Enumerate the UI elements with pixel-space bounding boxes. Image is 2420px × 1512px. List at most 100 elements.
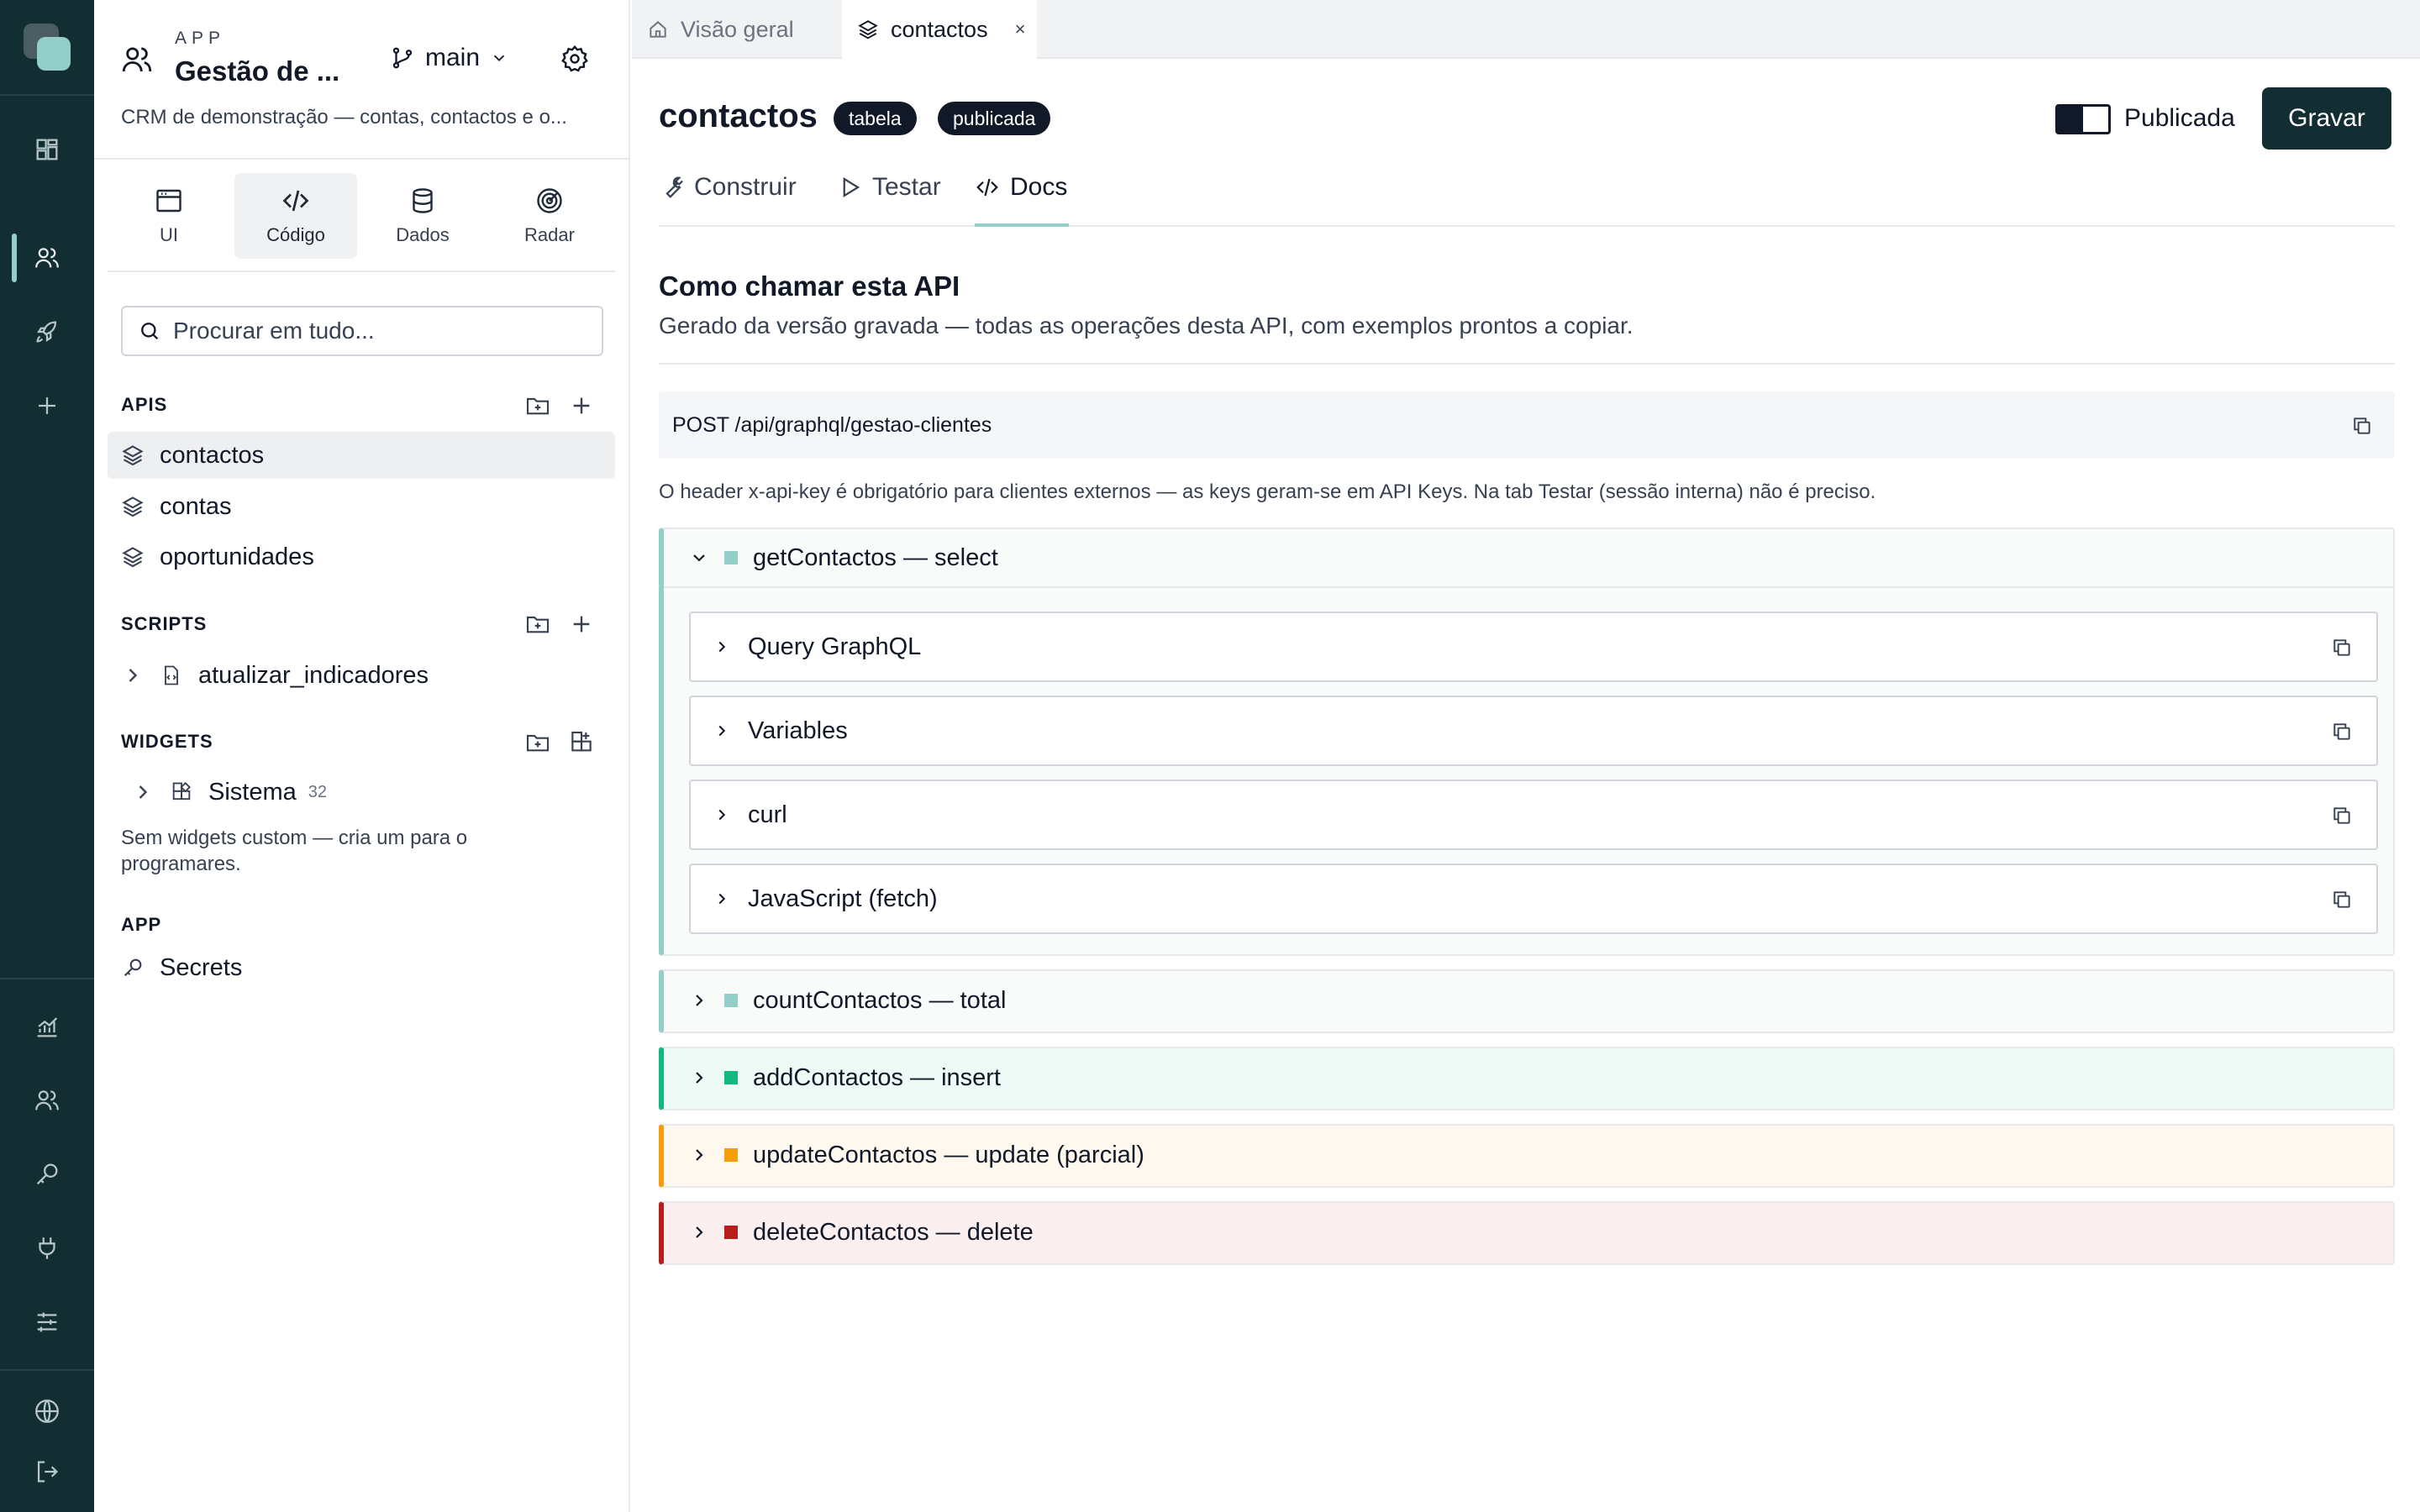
subtab-build[interactable]: Construir [659,173,797,202]
key-icon [124,958,142,977]
team-icon[interactable] [27,1080,67,1121]
app-description: CRM de demonstração — contas, contactos … [121,106,567,129]
wrench-icon [666,176,683,198]
section-label: JavaScript (fetch) [748,885,938,912]
publish-toggle-label: Publicada [2124,104,2235,132]
mode-ui[interactable]: UI [108,173,230,259]
branch-name: main [425,44,481,71]
endpoint-text: POST /api/graphql/gestao-clientes [672,412,992,437]
tab-contactos[interactable]: contactos × [842,0,1037,59]
operation-header[interactable]: deleteContactos — delete [664,1203,2393,1262]
scripts-actions [524,611,595,638]
new-folder-icon[interactable] [524,392,551,419]
widgets-icon [172,781,191,801]
analytics-icon[interactable] [27,1006,67,1047]
users-icon [119,42,155,77]
mode-radar[interactable]: Radar [488,173,611,259]
branch-selector[interactable]: main [390,44,508,72]
plus-icon[interactable] [568,392,595,419]
script-file-icon [165,665,178,685]
operation-header[interactable]: addContactos — insert [664,1048,2393,1107]
copy-icon[interactable] [2351,415,2373,437]
copy-icon[interactable] [2331,721,2353,743]
search-icon [141,323,159,340]
save-button[interactable]: Gravar [2262,87,2391,150]
chevron-right-icon [718,809,726,821]
api-item-contactos[interactable]: contactos [108,432,615,479]
api-item-contas[interactable]: contas [108,483,615,530]
item-label: contactos [160,441,265,469]
section-label: curl [748,801,787,828]
widget-group-sistema[interactable]: Sistema 32 [108,769,615,816]
main-panel: Visão geral contactos × contactos tabela… [632,0,2420,1512]
key-icon[interactable] [27,1154,67,1194]
mode-label: Dados [396,224,450,245]
widgets-empty-note: Sem widgets custom — cria um para o prog… [121,827,468,875]
chevron-down-icon [493,55,505,62]
tab-overview[interactable]: Visão geral [632,0,840,59]
endpoint-box: POST /api/graphql/gestao-clientes [659,391,2395,459]
item-label: atualizar_indicadores [198,661,429,689]
operation-color-marker [724,1148,738,1162]
chevron-down-icon [693,554,705,562]
mode-code[interactable]: Código [234,173,357,259]
plug-icon[interactable] [27,1228,67,1268]
chevron-right-icon [696,1226,703,1238]
users-icon[interactable] [27,238,67,278]
mode-data[interactable]: Dados [361,173,484,259]
section-label: Variables [748,717,848,744]
rocket-icon[interactable] [27,312,67,352]
section-variables[interactable]: Variables [689,696,2378,766]
operation-header[interactable]: countContactos — total [664,971,2393,1030]
subtab-label: Testar [872,173,941,201]
sliders-icon[interactable] [27,1302,67,1342]
layers-icon [122,445,144,466]
chevron-right-icon [718,725,726,737]
page-title: contactos [659,97,818,134]
chevron-right-icon [696,1149,703,1161]
mode-label: Código [266,224,325,245]
add-widget-icon[interactable] [568,729,595,756]
section-title-scripts: SCRIPTS [121,613,208,634]
plus-icon[interactable] [27,386,67,426]
copy-icon[interactable] [2331,637,2353,659]
new-folder-icon[interactable] [524,611,551,638]
subtab-label: Docs [1010,173,1068,201]
logo [24,24,71,71]
mode-label: Radar [524,224,575,245]
search-input[interactable]: Procurar em tudo... [121,306,603,356]
dashboard-icon[interactable] [27,129,67,170]
copy-icon[interactable] [2331,889,2353,911]
subtab-test[interactable]: Testar [837,173,941,202]
operation-header[interactable]: getContactos — select [664,529,2393,588]
logout-icon[interactable] [27,1452,67,1492]
layers-icon [858,20,878,39]
operation-header[interactable]: updateContactos — update (parcial) [664,1126,2393,1184]
layers-icon [122,496,144,517]
publish-toggle[interactable] [2055,104,2111,134]
subtabs: Construir Testar Docs [659,165,2395,227]
globe-icon[interactable] [27,1391,67,1431]
script-item-atualizar-indicadores[interactable]: atualizar_indicadores [108,652,615,699]
section-query-graphql[interactable]: Query GraphQL [689,612,2378,682]
operation-label: deleteContactos — delete [753,1218,1034,1246]
new-folder-icon[interactable] [524,729,551,756]
subtab-docs[interactable]: Docs [975,173,1067,202]
tab-close-icon[interactable]: × [1015,18,1026,40]
app-name[interactable]: Gestão de ... [175,55,339,87]
section-curl[interactable]: curl [689,780,2378,850]
section-title-apis: APIS [121,394,168,415]
copy-icon[interactable] [2331,805,2353,827]
plus-icon[interactable] [568,611,595,638]
subtab-active-indicator [975,223,1069,227]
section-javascript-fetch[interactable]: JavaScript (fetch) [689,864,2378,934]
active-indicator [12,234,17,282]
app-item-secrets[interactable]: Secrets [108,944,615,991]
mode-label: UI [160,224,178,245]
api-item-oportunidades[interactable]: oportunidades [108,533,615,580]
badge-status: publicada [938,102,1051,135]
subtab-label: Construir [694,173,797,201]
operation-label: countContactos — total [753,986,1007,1014]
gear-icon[interactable] [560,44,590,74]
code-icon [976,178,998,197]
